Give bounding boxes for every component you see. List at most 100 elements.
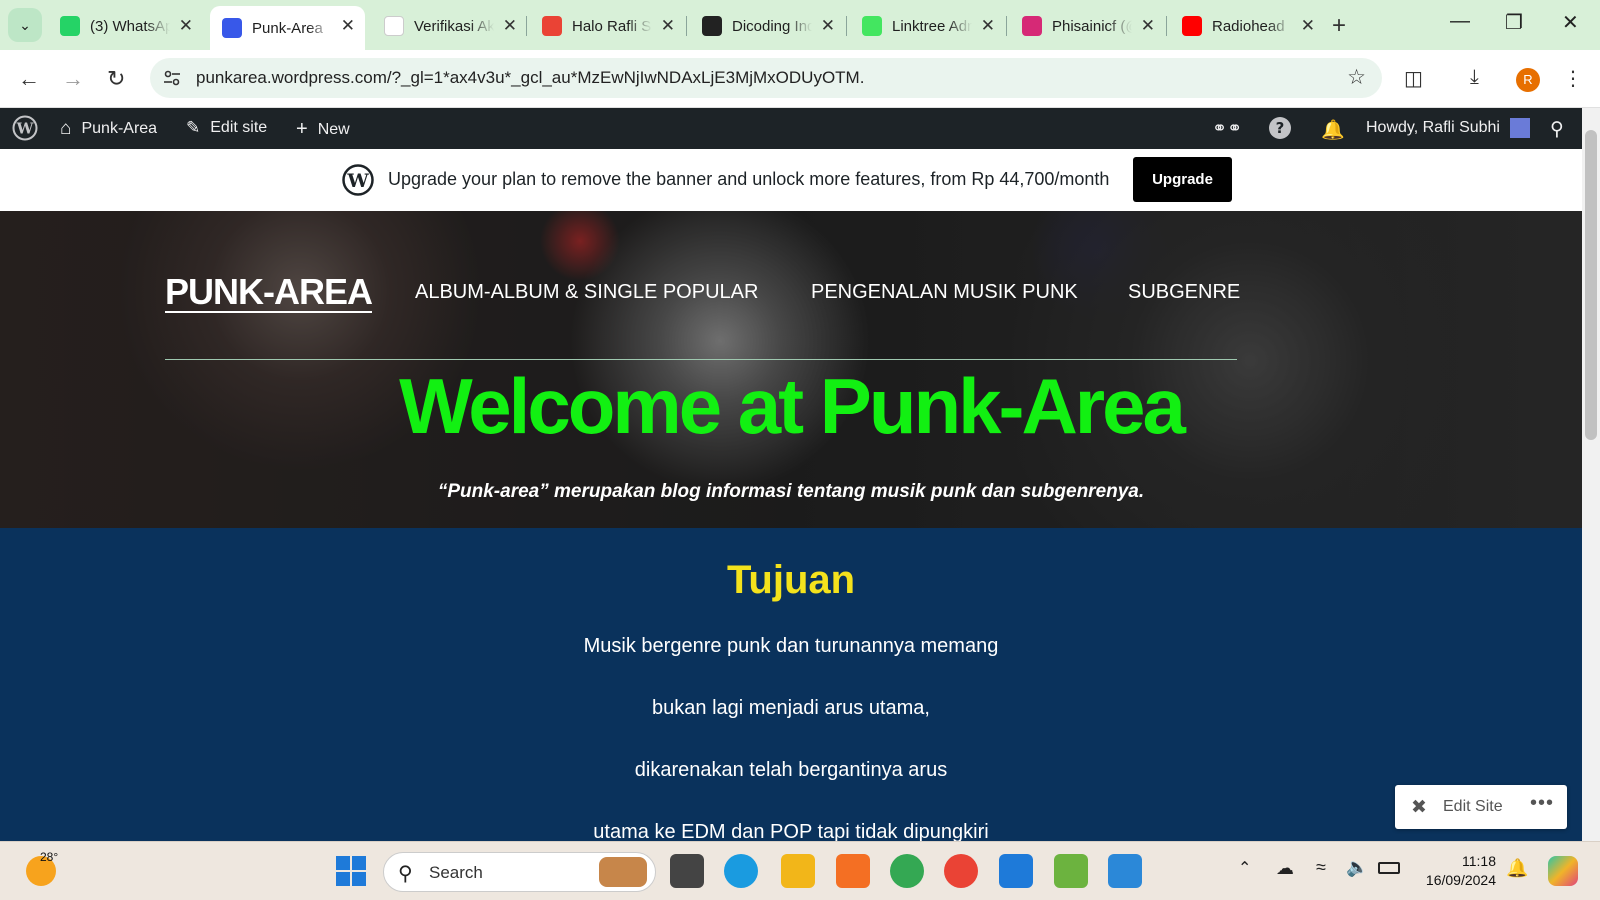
nav-link-album[interactable]: ALBUM-ALBUM & SINGLE POPULAR xyxy=(415,281,758,304)
volume-icon[interactable]: 🔈 xyxy=(1346,857,1368,878)
notification-bell-icon[interactable]: 🔔 xyxy=(1506,858,1528,879)
tab-title: (3) WhatsApp xyxy=(90,17,170,35)
copilot-icon[interactable] xyxy=(1548,856,1578,886)
more-options-icon[interactable]: ••• xyxy=(1530,792,1554,815)
tab-title: Radiohead xyxy=(1212,17,1285,35)
menu-kebab-icon[interactable]: ⋮ xyxy=(1563,66,1583,91)
plus-icon: + xyxy=(296,118,308,140)
upgrade-banner: W Upgrade your plan to remove the banner… xyxy=(0,149,1582,211)
browser-tab[interactable]: Halo Rafli Subhi ✕ xyxy=(530,6,685,46)
wordpress-logo-icon: W xyxy=(342,164,374,201)
start-button[interactable] xyxy=(336,856,366,891)
profile-avatar[interactable]: R xyxy=(1516,68,1540,92)
clock-date: 16/09/2024 xyxy=(1425,872,1496,888)
wordpress-logo-icon[interactable]: W xyxy=(12,115,38,141)
wp-edit-site[interactable]: ✎ Edit site xyxy=(186,118,267,138)
close-tab-icon[interactable]: ✕ xyxy=(1141,16,1155,36)
photos-icon[interactable] xyxy=(1108,854,1142,888)
forward-button[interactable]: → xyxy=(62,66,84,92)
wp-edit-site-label: Edit site xyxy=(210,119,268,136)
wp-site-name: Punk-Area xyxy=(81,120,158,137)
bookmark-star-icon[interactable]: ☆ xyxy=(1347,65,1366,90)
chrome-active-icon[interactable] xyxy=(944,854,978,888)
wp-account-menu[interactable]: Howdy, Rafli Subhi xyxy=(1366,118,1530,138)
tab-title: Verifikasi Akun xyxy=(414,17,494,35)
canva-icon xyxy=(384,16,404,36)
extensions-icon[interactable]: ◫ xyxy=(1404,66,1423,91)
close-tab-icon[interactable]: ✕ xyxy=(661,16,675,36)
site-title-link[interactable]: PUNK-AREA xyxy=(165,273,373,313)
task-view-icon[interactable] xyxy=(670,854,704,888)
tab-title: Halo Rafli Subhi xyxy=(572,17,652,35)
browser-tab[interactable]: (3) WhatsApp ✕ xyxy=(48,6,203,46)
browser-tab[interactable]: Punk-Area ✕ xyxy=(210,6,365,50)
home-icon: ⌂ xyxy=(60,118,72,139)
tab-search-button[interactable]: ⌄ xyxy=(8,8,42,42)
tab-separator xyxy=(1166,16,1167,36)
wp-new-label: New xyxy=(317,120,350,138)
site-info-icon[interactable] xyxy=(162,68,182,93)
close-window-button[interactable]: ✕ xyxy=(1562,10,1579,35)
browser-tab[interactable]: Linktree Admin ✕ xyxy=(850,6,1005,46)
nav-link-pengenalan[interactable]: PENGENALAN MUSIK PUNK xyxy=(811,281,1078,304)
search-icon[interactable]: ⚲ xyxy=(1550,118,1564,141)
tray-chevron-up-icon[interactable]: ⌃ xyxy=(1238,858,1251,878)
help-icon[interactable]: ? xyxy=(1268,116,1292,140)
tab-title: Phisainicf (@ xyxy=(1052,17,1132,35)
tab-title: Dicoding Indonesia xyxy=(732,17,812,35)
nav-link-subgenre[interactable]: SUBGENRE xyxy=(1128,281,1240,304)
edge-icon[interactable] xyxy=(724,854,758,888)
wp-site-menu[interactable]: ⌂ Punk-Area xyxy=(60,118,157,140)
page-scrollbar[interactable] xyxy=(1582,108,1600,841)
notifications-bell-icon[interactable]: 🔔 xyxy=(1321,118,1345,142)
wifi-icon[interactable]: ≈ xyxy=(1316,857,1326,878)
restore-button[interactable]: ❐ xyxy=(1505,10,1523,35)
vscode-icon[interactable] xyxy=(999,854,1033,888)
clock[interactable]: 11:18 16/09/2024 xyxy=(1420,852,1496,890)
chrome-icon[interactable] xyxy=(890,854,924,888)
minimize-button[interactable]: — xyxy=(1450,10,1470,33)
reader-glasses-icon[interactable]: ⚭⚭ xyxy=(1212,118,1242,139)
taskbar-search-label: Search xyxy=(429,863,483,882)
url-text[interactable]: punkarea.wordpress.com/?_gl=1*ax4v3u*_gc… xyxy=(196,68,864,88)
svg-text:?: ? xyxy=(1276,119,1285,137)
paragraph-line: Musik bergenre punk dan turunannya meman… xyxy=(583,635,999,657)
browser-tab[interactable]: Dicoding Indonesia ✕ xyxy=(690,6,845,46)
reload-button[interactable]: ↻ xyxy=(107,66,125,92)
upgrade-button[interactable]: Upgrade xyxy=(1133,157,1232,202)
svg-text:W: W xyxy=(16,120,35,138)
scrollbar-thumb[interactable] xyxy=(1585,130,1597,440)
close-tab-icon[interactable]: ✕ xyxy=(179,16,193,36)
hero-cover: PUNK-AREA ALBUM-ALBUM & SINGLE POPULAR P… xyxy=(0,211,1582,528)
download-icon[interactable]: ⤓ xyxy=(1470,66,1479,89)
back-button[interactable]: ← xyxy=(18,66,40,92)
onedrive-icon[interactable]: ☁ xyxy=(1276,858,1294,879)
tab-title: Linktree Admin xyxy=(892,17,972,35)
browser-tab[interactable]: Radiohead ✕ xyxy=(1170,6,1325,46)
browser-tab[interactable]: Verifikasi Akun ✕ xyxy=(372,6,527,46)
clock-time: 11:18 xyxy=(1462,853,1496,869)
browser-tab[interactable]: Phisainicf (@ ✕ xyxy=(1010,6,1165,46)
windows-taskbar: 28° ⚲ Search ⌃ ☁ ≈ 🔈 11:18 16/09/2024 🔔 xyxy=(0,841,1600,900)
weather-temperature: 28° xyxy=(40,850,59,864)
xampp-icon[interactable] xyxy=(836,854,870,888)
wp-new-content[interactable]: + New xyxy=(296,118,350,141)
close-tab-icon[interactable]: ✕ xyxy=(1301,16,1315,36)
new-tab-button[interactable]: + xyxy=(1332,12,1346,40)
address-bar[interactable]: punkarea.wordpress.com/?_gl=1*ax4v3u*_gc… xyxy=(150,58,1382,98)
tools-icon[interactable]: ✖ xyxy=(1411,796,1427,819)
hero-heading: Welcome at Punk-Area xyxy=(399,362,1186,450)
taskbar-search[interactable]: ⚲ Search xyxy=(383,852,656,892)
edit-site-label[interactable]: Edit Site xyxy=(1443,798,1503,816)
close-tab-icon[interactable]: ✕ xyxy=(503,16,517,36)
close-tab-icon[interactable]: ✕ xyxy=(981,16,995,36)
close-tab-icon[interactable]: ✕ xyxy=(821,16,835,36)
separator xyxy=(165,359,1237,360)
youtube-icon xyxy=(1182,16,1202,36)
battery-icon[interactable] xyxy=(1378,862,1400,874)
maps-app-icon[interactable] xyxy=(1054,854,1088,888)
edit-site-floating-button: ✖ Edit Site ••• xyxy=(1395,785,1567,829)
file-explorer-icon[interactable] xyxy=(781,854,815,888)
close-tab-icon[interactable]: ✕ xyxy=(341,16,355,36)
upgrade-message: Upgrade your plan to remove the banner a… xyxy=(388,169,1110,189)
